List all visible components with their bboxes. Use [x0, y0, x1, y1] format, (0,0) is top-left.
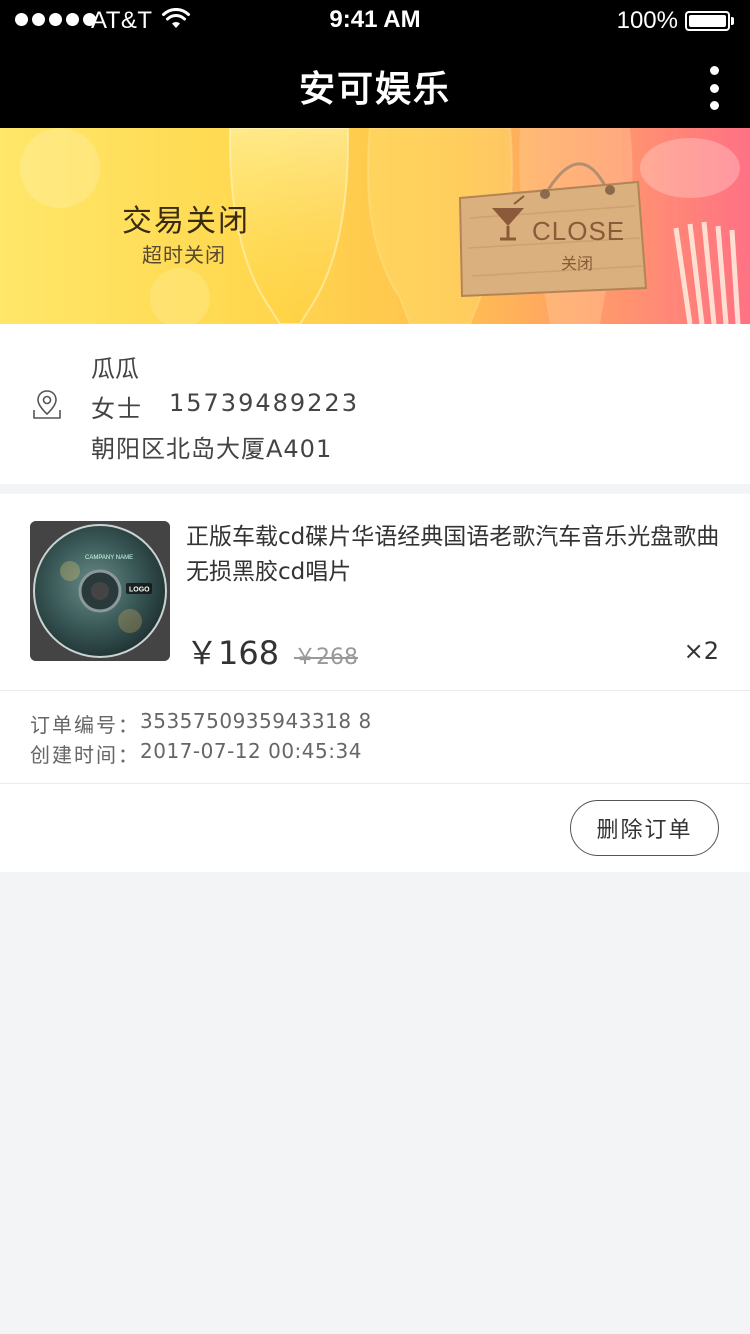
product-original-price: ￥268: [294, 645, 358, 670]
recipient-phone: 15739489223: [169, 389, 359, 417]
battery-icon: [685, 11, 735, 31]
recipient-name: 瓜瓜: [91, 355, 139, 383]
recipient-address: 朝阳区北岛大厦A401: [91, 435, 333, 463]
close-sign-subtext: 关闭: [561, 254, 594, 273]
battery-percentage: 100%: [616, 7, 678, 34]
created-time-row: 创建时间： 2017-07-12 00:45:34: [30, 739, 362, 768]
page-title: 安可娱乐: [298, 69, 451, 110]
more-options-button[interactable]: [702, 66, 726, 110]
order-status-banner: 交易关闭 超时关闭 CLOSE 关闭: [0, 128, 750, 324]
carrier-label: AT&T: [91, 7, 153, 34]
disc-logo-text: LOGO: [129, 587, 150, 594]
close-sign-text: CLOSE: [532, 216, 626, 246]
order-status-reason: 超时关闭: [142, 243, 226, 267]
divider: [0, 783, 750, 784]
recipient-title: 女士: [91, 395, 143, 423]
product-image[interactable]: CAMPANY NAME LOGO: [30, 521, 170, 661]
delete-order-button[interactable]: 删除订单: [570, 800, 719, 856]
created-time-label: 创建时间：: [30, 743, 140, 767]
product-title[interactable]: 正版车载cd碟片华语经典国语老歌汽车音乐光盘歌曲无损黑胶cd唱片: [186, 520, 726, 590]
order-card: CAMPANY NAME LOGO 正版车载cd碟片华语经典国语老歌汽车音乐光盘…: [0, 494, 750, 872]
order-status-text: 交易关闭: [122, 204, 250, 239]
more-dot-icon: [709, 83, 719, 93]
order-number-value: 3535750935943318 8: [140, 709, 372, 733]
divider: [0, 690, 750, 691]
created-time-value: 2017-07-12 00:45:34: [140, 739, 362, 763]
wifi-icon: [162, 8, 190, 28]
location-pin-icon: [33, 390, 61, 419]
product-quantity: ×2: [683, 637, 719, 665]
status-bar: AT&T 9:41 AM 100%: [0, 0, 750, 40]
shipping-address-card: 瓜瓜 女士 15739489223 朝阳区北岛大厦A401: [0, 324, 750, 484]
more-dot-icon: [709, 66, 719, 75]
disc-company-name: CAMPANY NAME: [85, 555, 133, 561]
order-number-row: 订单编号： 3535750935943318 8: [30, 709, 372, 738]
more-dot-icon: [709, 101, 719, 110]
signal-strength-icon: [15, 13, 96, 26]
product-price: ￥168: [186, 634, 280, 672]
recipient-contact: 女士 15739489223: [91, 389, 359, 424]
top-bar: AT&T 9:41 AM 100% 安可娱乐: [0, 0, 750, 128]
order-number-label: 订单编号：: [30, 713, 140, 737]
